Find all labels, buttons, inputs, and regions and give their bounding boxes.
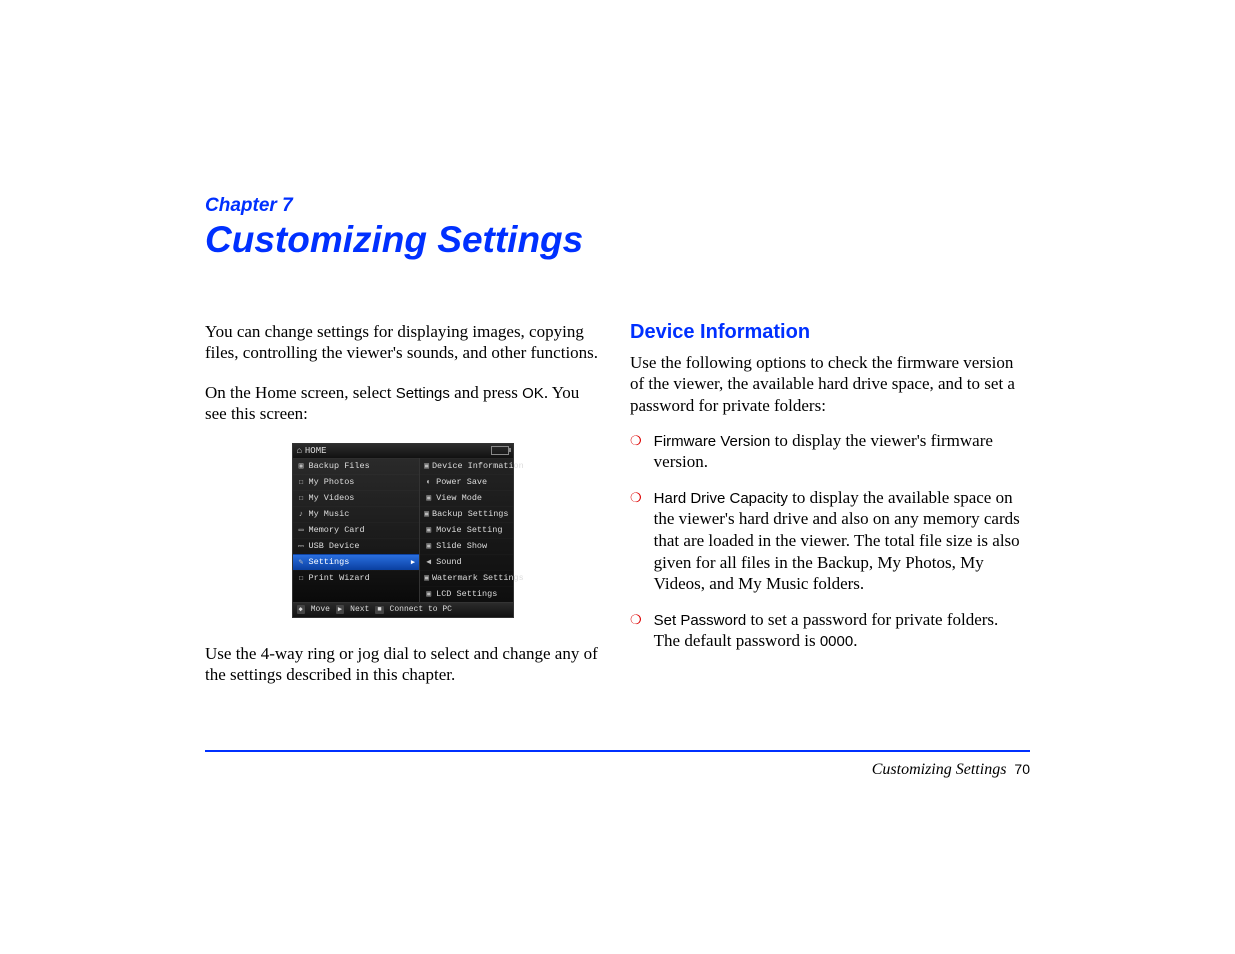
camera-icon: ☐ [297, 477, 306, 487]
list-item: ❍ Hard Drive Capacity to display the ava… [630, 487, 1025, 595]
menu-item: Memory Card [309, 525, 365, 535]
sound-icon: ◀ [424, 557, 433, 567]
menu-item: My Videos [309, 493, 355, 503]
option-text: . [853, 631, 857, 650]
intro-paragraph-1: You can change settings for displaying i… [205, 321, 600, 364]
key-label: Move [311, 605, 330, 614]
wrench-icon: ✎ [297, 557, 306, 567]
usb-icon: ⎓ [297, 542, 306, 551]
section-heading: Device Information [630, 321, 1025, 344]
text: and press [450, 383, 522, 402]
key-label: Next [350, 605, 369, 614]
menu-item: Backup Files [309, 461, 370, 471]
home-icon: HOME [297, 446, 327, 456]
backup-icon: ▣ [424, 509, 429, 519]
device-right-menu: ▣Device Information ◐Power Save ▣View Mo… [420, 458, 512, 602]
chapter-label: Chapter 7 [205, 195, 1030, 217]
view-icon: ▣ [424, 493, 433, 503]
list-item: ❍ Firmware Version to display the viewer… [630, 430, 1025, 473]
video-icon: ☐ [297, 493, 306, 503]
option-label: Firmware Version [654, 433, 771, 450]
watermark-icon: ▣ [424, 573, 429, 583]
print-icon: ☐ [297, 573, 306, 583]
page-footer: Customizing Settings 70 [205, 750, 1030, 779]
chapter-title: Customizing Settings [205, 219, 1030, 261]
submenu-item: Sound [436, 557, 462, 567]
menu-item-selected: Settings [309, 557, 350, 567]
submenu-item: Power Save [436, 477, 487, 487]
text: On the Home screen, select [205, 383, 396, 402]
bullet-icon: ❍ [630, 612, 642, 652]
section-intro: Use the following options to check the f… [630, 352, 1025, 416]
info-icon: ▣ [424, 461, 429, 471]
battery-icon [491, 446, 509, 455]
bullet-icon: ❍ [630, 490, 642, 595]
intro-paragraph-2: On the Home screen, select Settings and … [205, 382, 600, 425]
bullet-icon: ❍ [630, 433, 642, 473]
left-column: You can change settings for displaying i… [205, 321, 600, 703]
submenu-item: Watermark Settings [432, 573, 524, 583]
menu-item: Print Wizard [309, 573, 370, 583]
submenu-item: Device Information [432, 461, 524, 471]
ui-label-ok: OK [522, 385, 544, 402]
submenu-item: Backup Settings [432, 509, 509, 519]
option-label: Set Password [654, 612, 747, 629]
folder-icon: ▣ [297, 461, 306, 471]
device-screenshot: HOME ▣Backup Files ☐My Photos ☐My Videos… [292, 443, 514, 618]
power-icon: ◐ [424, 478, 433, 487]
chevron-right-icon [411, 557, 415, 567]
music-icon: ♪ [297, 510, 306, 519]
menu-item: USB Device [309, 541, 360, 551]
key-icon: ■ [375, 606, 383, 614]
ui-label-settings: Settings [396, 385, 450, 402]
movie-icon: ▣ [424, 525, 433, 535]
right-column: Device Information Use the following opt… [630, 321, 1025, 703]
option-label: Hard Drive Capacity [654, 490, 788, 507]
device-footer-bar: ◆ Move ▶ Next ■ Connect to PC [293, 602, 513, 617]
menu-item: My Photos [309, 477, 355, 487]
device-titlebar: HOME [293, 444, 513, 458]
menu-item: My Music [309, 509, 350, 519]
intro-paragraph-3: Use the 4-way ring or jog dial to select… [205, 643, 600, 686]
key-label: Connect to PC [390, 605, 452, 614]
footer-title: Customizing Settings [872, 761, 1007, 778]
key-icon: ▶ [336, 605, 344, 614]
device-left-menu: ▣Backup Files ☐My Photos ☐My Videos ♪My … [293, 458, 421, 602]
submenu-item: Slide Show [436, 541, 487, 551]
submenu-item: LCD Settings [436, 589, 497, 599]
page-number: 70 [1014, 761, 1030, 777]
list-item: ❍ Set Password to set a password for pri… [630, 609, 1025, 652]
key-icon: ◆ [297, 605, 305, 614]
option-code: 0000 [820, 633, 853, 650]
submenu-item: View Mode [436, 493, 482, 503]
slideshow-icon: ▣ [424, 541, 433, 551]
lcd-icon: ▣ [424, 589, 433, 599]
submenu-item: Movie Setting [436, 525, 502, 535]
card-icon: ▭ [297, 525, 306, 535]
options-list: ❍ Firmware Version to display the viewer… [630, 430, 1025, 652]
